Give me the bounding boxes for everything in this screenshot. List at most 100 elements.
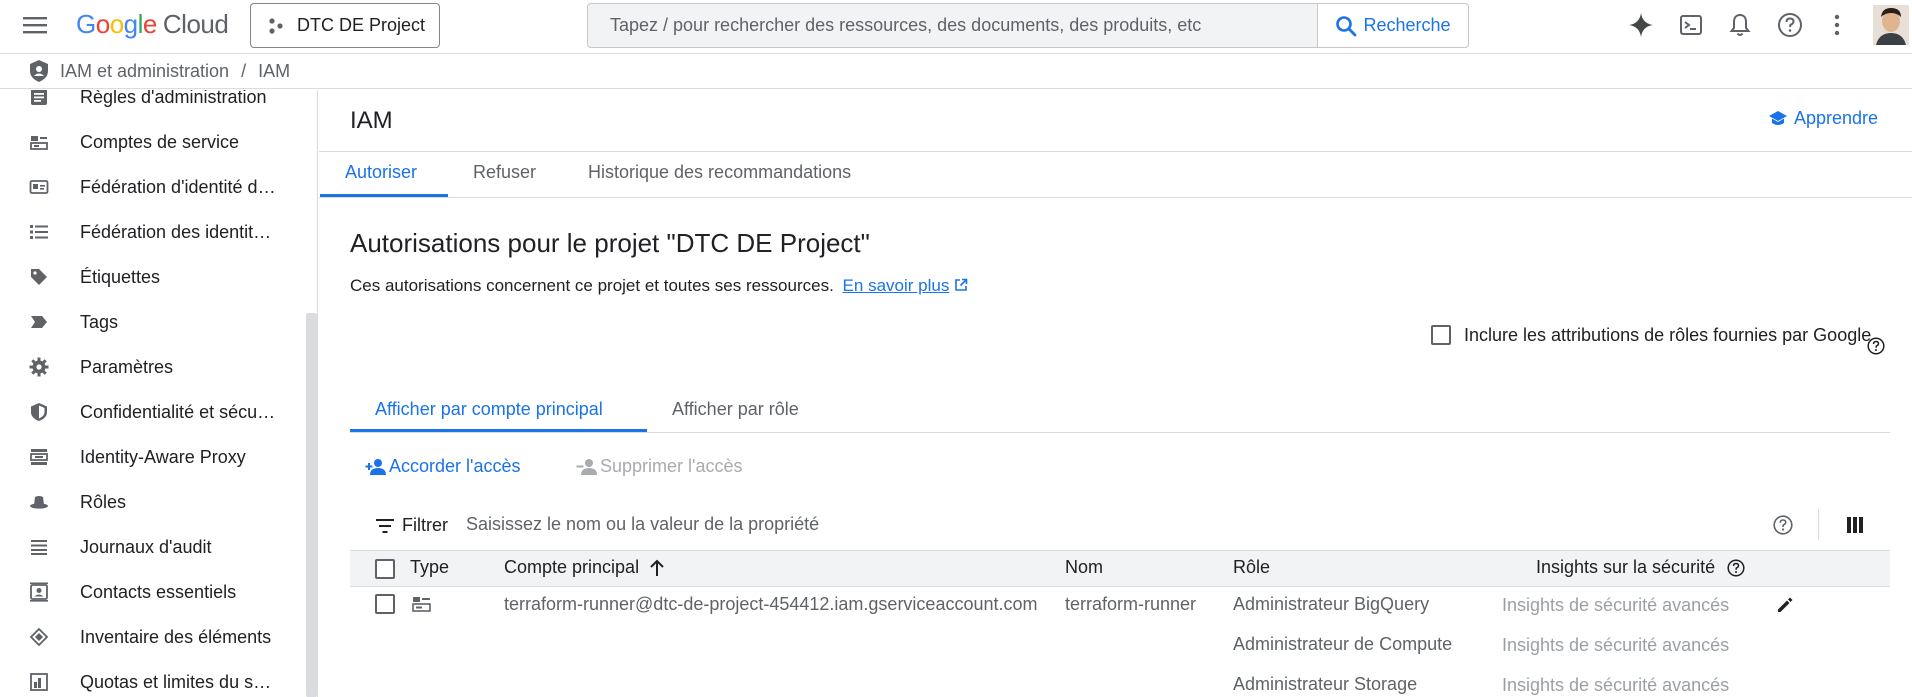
row-select-checkbox[interactable] — [375, 594, 395, 614]
remove-access-button[interactable]: Supprimer l'accès — [576, 456, 743, 477]
sidebar-item-label: Tags — [80, 311, 119, 332]
learn-more-link[interactable]: En savoir plus — [843, 276, 950, 295]
service-account-icon — [0, 132, 80, 152]
column-header-principal[interactable]: Compte principal — [504, 557, 665, 578]
project-selector-button[interactable]: DTC DE Project — [250, 3, 440, 48]
sidebar-item-label: Contacts essentiels — [80, 581, 237, 602]
lines-icon — [0, 537, 80, 557]
search-input[interactable]: Tapez / pour rechercher des ressources, … — [588, 4, 1317, 47]
column-header-role[interactable]: Rôle — [1233, 557, 1270, 578]
breadcrumb-separator: / — [241, 60, 247, 81]
cloud-shell-icon[interactable] — [1679, 13, 1703, 37]
sidebar-item-roles[interactable]: Rôles — [0, 482, 305, 522]
main-menu-icon[interactable] — [22, 14, 48, 36]
tag-icon — [0, 267, 80, 287]
include-google-roles-checkbox[interactable] — [1431, 325, 1451, 345]
sidebar-scrollbar-thumb[interactable] — [306, 313, 317, 697]
gemini-sparkle-icon[interactable] — [1628, 12, 1654, 38]
sidebar: Règles d'administration Comptes de servi… — [0, 90, 318, 697]
filter-input[interactable]: Saisissez le nom ou la valeur de la prop… — [466, 514, 1466, 535]
header-divider — [319, 151, 1912, 152]
sidebar-item-service-accounts[interactable]: Comptes de service — [0, 122, 305, 162]
sidebar-item-asset-inventory[interactable]: Inventaire des éléments — [0, 617, 305, 657]
include-roles-help-icon[interactable] — [1867, 337, 1885, 355]
view-tabs-divider — [350, 432, 1890, 433]
column-header-security-insights-label: Insights sur la sécurité — [1536, 557, 1716, 577]
proxy-icon — [0, 447, 80, 467]
sidebar-item-label: Fédération des identité… — [80, 221, 280, 242]
toolbar-divider — [1818, 509, 1819, 540]
filter-button[interactable]: Filtrer — [376, 515, 448, 536]
sidebar-item-label: Rôles — [80, 491, 127, 512]
column-header-principal-label: Compte principal — [504, 557, 640, 577]
insights-help-icon — [1727, 558, 1745, 577]
more-options-icon[interactable] — [1833, 13, 1841, 37]
sidebar-item-audit-logs[interactable]: Journaux d'audit — [0, 527, 305, 567]
google-logo-text: Google — [76, 9, 157, 39]
google-cloud-logo[interactable]: Google Cloud — [76, 9, 229, 40]
breadcrumb-section[interactable]: IAM et administration — [60, 61, 229, 82]
page-title: IAM — [350, 107, 393, 134]
remove-access-label: Supprimer l'accès — [600, 456, 743, 476]
sidebar-item-essential-contacts[interactable]: Contacts essentiels — [0, 572, 305, 612]
sidebar-item-tags[interactable]: Tags — [0, 302, 305, 342]
security-insight-cell[interactable]: Insights de sécurité avancés — [1502, 675, 1729, 696]
tab-recommendations-history[interactable]: Historique des recommandations — [588, 162, 851, 183]
permissions-description-row: Ces autorisations concernent ce projet e… — [350, 276, 968, 296]
help-icon[interactable] — [1777, 12, 1803, 38]
graduation-cap-icon — [1768, 110, 1788, 128]
column-display-icon[interactable] — [1847, 517, 1863, 533]
filter-label: Filtrer — [402, 515, 448, 535]
filter-icon — [376, 518, 394, 533]
select-all-checkbox[interactable] — [375, 559, 395, 579]
role-cell: Administrateur BigQuery — [1233, 594, 1430, 614]
contact-icon — [0, 582, 80, 602]
search-placeholder: Tapez / pour rechercher des ressources, … — [610, 15, 1202, 35]
sidebar-item-label: Comptes de service — [80, 131, 240, 152]
learn-button[interactable]: Apprendre — [1768, 108, 1878, 129]
add-person-icon — [365, 458, 387, 476]
column-header-security-insights[interactable]: Insights sur la sécurité — [1536, 557, 1745, 578]
search-button-label: Recherche — [1363, 15, 1451, 35]
breadcrumb: IAM et administration / IAM — [0, 54, 1912, 89]
sidebar-item-label: Journaux d'audit — [80, 536, 212, 557]
cloud-logo-text: Cloud — [162, 9, 229, 39]
sidebar-item-labels[interactable]: Étiquettes — [0, 257, 305, 297]
edit-pencil-icon[interactable] — [1776, 596, 1794, 614]
list-icon — [0, 222, 80, 242]
principal-email[interactable]: terraform-runner@dtc-de-project-454412.i… — [504, 594, 1038, 615]
project-icon — [267, 17, 285, 35]
sidebar-item-settings[interactable]: Paramètres — [0, 347, 305, 387]
column-header-name[interactable]: Nom — [1065, 557, 1103, 578]
sidebar-item-privacy-security[interactable]: Confidentialité et sécur… — [0, 392, 305, 432]
tab-view-by-role[interactable]: Afficher par rôle — [672, 399, 799, 420]
remove-person-icon — [576, 458, 598, 476]
breadcrumb-page[interactable]: IAM — [258, 61, 290, 82]
tab-deny[interactable]: Refuser — [473, 162, 536, 183]
sidebar-item-identity-aware-proxy[interactable]: Identity-Aware Proxy — [0, 437, 305, 477]
sidebar-item-label: Règles d'administration — [80, 90, 267, 107]
sidebar-item-quotas[interactable]: Quotas et limites du sy… — [0, 662, 305, 697]
notifications-bell-icon[interactable] — [1728, 12, 1752, 38]
gear-icon — [0, 357, 80, 377]
iam-shield-icon — [28, 59, 50, 83]
column-header-type[interactable]: Type — [410, 557, 449, 578]
sidebar-item-identity-federation[interactable]: Fédération d'identité de… — [0, 167, 305, 207]
tab-view-by-principal[interactable]: Afficher par compte principal — [375, 399, 603, 420]
security-insight-cell[interactable]: Insights de sécurité avancés — [1502, 595, 1729, 616]
document-list-icon — [0, 90, 80, 107]
top-bar: Google Cloud DTC DE Project Tapez / pour … — [0, 0, 1912, 54]
security-insight-cell[interactable]: Insights de sécurité avancés — [1502, 635, 1729, 656]
id-card-icon — [0, 177, 80, 197]
sidebar-item-label: Inventaire des éléments — [80, 626, 272, 647]
include-google-roles-label: Inclure les attributions de rôles fourni… — [1464, 325, 1872, 345]
sidebar-item-workforce-federation[interactable]: Fédération des identité… — [0, 212, 305, 252]
search-button[interactable]: Recherche — [1317, 4, 1468, 47]
avatar[interactable] — [1873, 5, 1909, 45]
tab-allow[interactable]: Autoriser — [345, 162, 417, 183]
grant-access-button[interactable]: Accorder l'accès — [365, 456, 520, 477]
sidebar-item-admin-rules[interactable]: Règles d'administration — [0, 90, 305, 117]
diamond-icon — [0, 627, 80, 647]
table-help-icon[interactable] — [1773, 515, 1793, 535]
role-cell: Administrateur Storage — [1233, 674, 1418, 694]
